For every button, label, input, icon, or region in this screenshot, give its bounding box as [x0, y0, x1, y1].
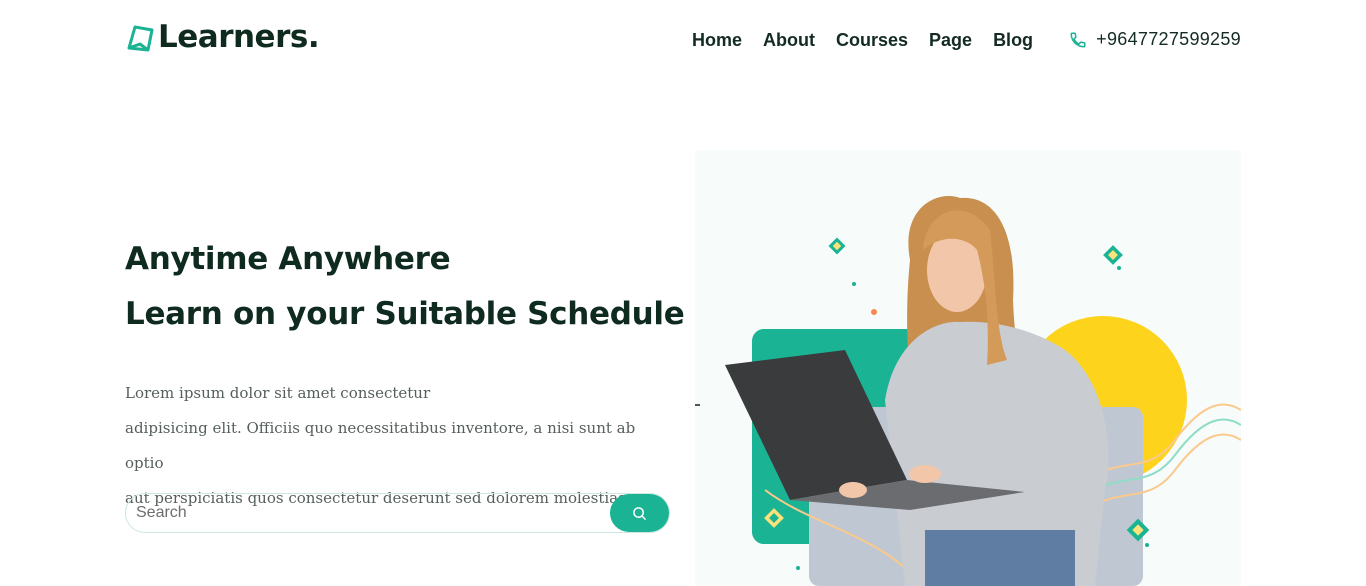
dot-decoration — [852, 282, 856, 286]
hand-shape — [909, 465, 941, 483]
book-logo-icon — [127, 25, 154, 52]
hand-shape — [839, 482, 867, 498]
diamond-decoration — [1103, 245, 1123, 265]
jeans-shape — [925, 530, 1075, 586]
nav-blog[interactable]: Blog — [993, 29, 1033, 51]
search-icon — [633, 506, 646, 520]
dot-decoration — [1145, 543, 1149, 547]
logo[interactable]: Learners. — [126, 18, 320, 56]
hero-illustration — [695, 150, 1241, 586]
student-with-laptop-image — [695, 195, 1241, 586]
hero-desc-line2: adipisicing elit. Officiis quo necessita… — [125, 419, 636, 472]
nav-home[interactable]: Home — [692, 29, 742, 51]
nav-about[interactable]: About — [763, 29, 815, 51]
nav-courses[interactable]: Courses — [836, 29, 908, 51]
hero-desc-line1: Lorem ipsum dolor sit amet consectetur — [125, 384, 431, 402]
phone-contact[interactable]: +9647727599259 — [1069, 29, 1241, 50]
search-input[interactable] — [136, 494, 606, 532]
search-button[interactable] — [610, 494, 669, 532]
brand-name: Learners. — [158, 19, 320, 55]
search-bar — [125, 493, 670, 533]
dash-decoration — [695, 404, 700, 406]
site-header: Learners. Home About Courses Page Blog +… — [0, 0, 1366, 80]
diamond-decoration — [828, 237, 846, 255]
dot-decoration — [1117, 266, 1121, 270]
nav-page[interactable]: Page — [929, 29, 972, 51]
dot-decoration — [796, 566, 800, 570]
dot-decoration — [871, 309, 877, 315]
hero-content: Anytime Anywhere Learn on your Suitable … — [125, 232, 685, 516]
hero-title-line2: Learn on your Suitable Schedule — [125, 296, 685, 332]
hero-title-line1: Anytime Anywhere — [125, 241, 451, 277]
phone-number: +9647727599259 — [1096, 29, 1241, 49]
main-nav: Home About Courses Page Blog — [692, 29, 1054, 51]
phone-icon — [1070, 32, 1086, 47]
hero-title: Anytime Anywhere Learn on your Suitable … — [125, 232, 685, 342]
